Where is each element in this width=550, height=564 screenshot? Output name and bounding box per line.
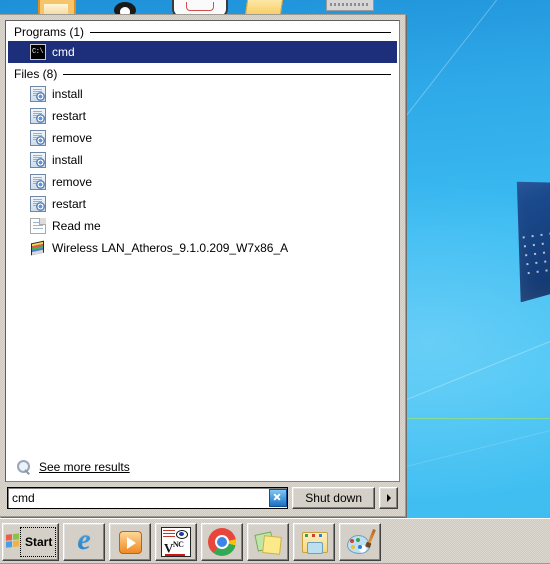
start-button[interactable]: Start [2, 522, 59, 561]
search-results-panel: Programs (1) cmd Files (8) install resta… [5, 20, 400, 482]
result-item-label: Wireless LAN_Atheros_9.1.0.209_W7x86_A [52, 241, 289, 255]
group-header-rule [63, 74, 391, 75]
result-item-label: remove [52, 131, 93, 145]
files-result-list: install restart remove install remove re… [6, 83, 399, 259]
result-item-install-2[interactable]: install [6, 149, 399, 171]
start-menu-panel: Programs (1) cmd Files (8) install resta… [0, 14, 406, 517]
result-item-label: cmd [52, 45, 75, 59]
taskbar-button-paint[interactable] [339, 522, 381, 561]
result-item-wireless-lan-archive[interactable]: Wireless LAN_Atheros_9.1.0.209_W7x86_A [6, 237, 399, 259]
taskbar-button-sticky-notes[interactable] [247, 522, 289, 561]
see-more-results-label: See more results [39, 460, 130, 474]
result-item-label: install [52, 87, 83, 101]
result-item-label: install [52, 153, 83, 167]
vnc-viewer-icon: VNC [161, 526, 191, 557]
taskbar-button-google-chrome[interactable] [201, 522, 243, 561]
result-item-cmd[interactable]: cmd [8, 41, 397, 63]
setup-information-icon [30, 86, 46, 102]
search-input[interactable] [8, 490, 270, 506]
command-prompt-icon [30, 44, 46, 60]
search-box[interactable] [7, 487, 289, 509]
result-item-label: restart [52, 197, 87, 211]
result-item-restart-2[interactable]: restart [6, 193, 399, 215]
group-header-rule [90, 32, 391, 33]
windows-explorer-icon [300, 528, 328, 556]
wallpaper-logo-shape [504, 174, 550, 303]
taskbar-button-windows-explorer[interactable] [293, 522, 335, 561]
group-header-files: Files (8) [6, 63, 399, 83]
chevron-right-icon [386, 494, 391, 502]
result-item-remove-2[interactable]: remove [6, 171, 399, 193]
start-menu-bottom-bar: Shut down [5, 482, 400, 511]
sticky-notes-icon [254, 528, 282, 556]
shut-down-label: Shut down [305, 491, 362, 505]
windows-media-player-icon [116, 528, 144, 556]
google-chrome-icon [208, 527, 236, 556]
setup-information-icon [30, 152, 46, 168]
wallpaper-green-line [400, 418, 550, 419]
group-header-programs: Programs (1) [6, 21, 399, 41]
clear-x-icon[interactable] [269, 489, 288, 507]
setup-information-icon [30, 108, 46, 124]
taskbar-button-vnc-viewer[interactable]: VNC [155, 522, 197, 561]
folder-desktop-icon[interactable] [244, 0, 284, 15]
result-item-restart-1[interactable]: restart [6, 105, 399, 127]
result-item-install-1[interactable]: install [6, 83, 399, 105]
taskbar-button-internet-explorer[interactable] [63, 522, 105, 561]
text-document-icon [30, 218, 46, 234]
shut-down-button[interactable]: Shut down [292, 487, 375, 509]
result-item-remove-1[interactable]: remove [6, 127, 399, 149]
taskbar: Start VNC [0, 518, 550, 564]
group-header-label: Files (8) [14, 67, 58, 81]
paint-icon [346, 528, 376, 556]
result-item-label: restart [52, 109, 87, 123]
group-header-label: Programs (1) [14, 25, 85, 39]
archive-icon [30, 240, 46, 256]
setup-information-icon [30, 196, 46, 212]
programs-result-list: cmd [6, 41, 399, 63]
magnifier-icon [16, 459, 32, 475]
taskbar-button-windows-media-player[interactable] [109, 522, 151, 561]
setup-information-icon [30, 130, 46, 146]
start-button-label: Start [25, 534, 53, 549]
result-item-label: Read me [52, 219, 101, 233]
result-item-label: remove [52, 175, 93, 189]
windows-flag-icon [6, 533, 21, 550]
shut-down-options-button[interactable] [379, 487, 398, 509]
result-item-read-me[interactable]: Read me [6, 215, 399, 237]
internet-explorer-icon [70, 523, 98, 557]
window-desktop-icon[interactable] [326, 0, 374, 11]
setup-information-icon [30, 174, 46, 190]
see-more-results-link[interactable]: See more results [6, 459, 399, 475]
